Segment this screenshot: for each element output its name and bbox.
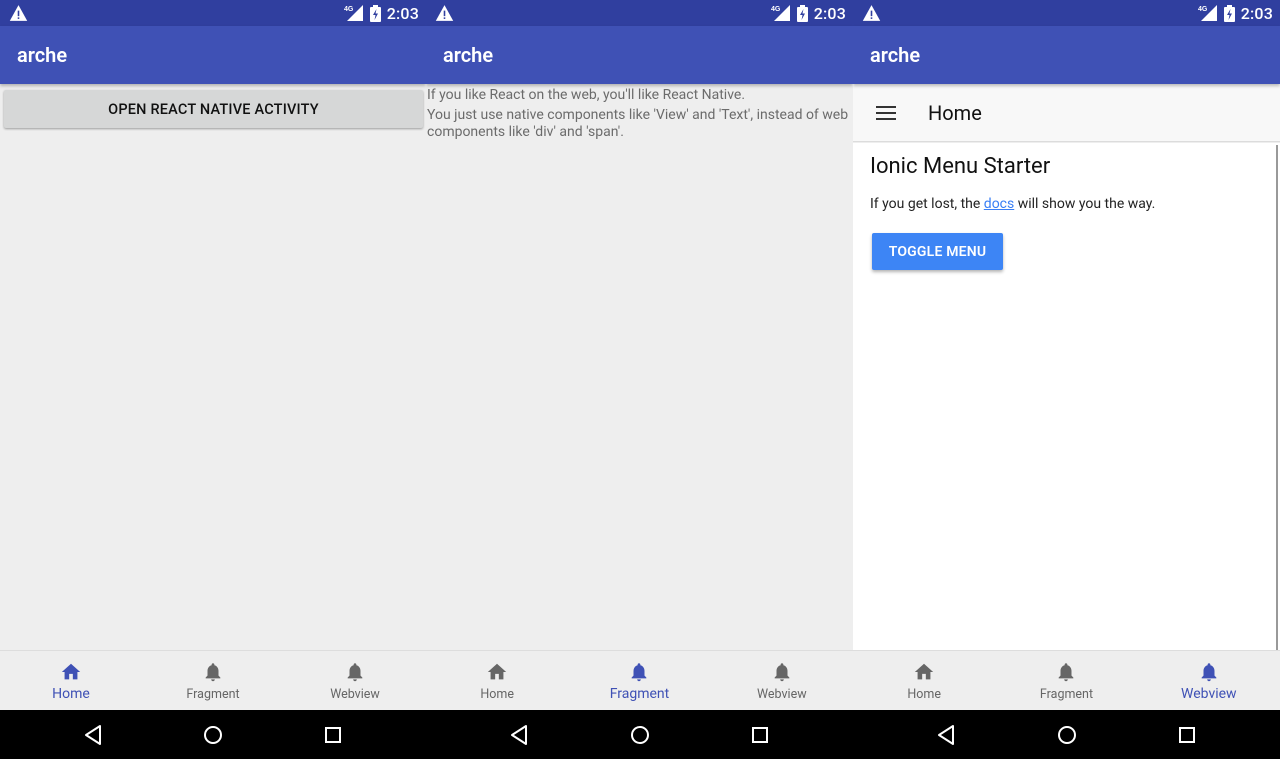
svg-text:4G: 4G <box>344 6 354 13</box>
system-navigation-bar <box>853 710 1280 759</box>
nav-label-home: Home <box>52 686 90 702</box>
ionic-header-title: Home <box>928 101 982 125</box>
svg-text:4G: 4G <box>1198 6 1208 13</box>
battery-charging-icon <box>369 4 381 22</box>
app-title: arche <box>17 43 68 67</box>
bottom-navigation: Home Fragment Webview <box>426 650 853 710</box>
react-native-intro-text: If you like React on the web, you'll lik… <box>427 87 746 103</box>
status-time: 2:03 <box>1240 3 1273 23</box>
signal-icon: 4G <box>344 5 363 21</box>
nav-label-fragment: Fragment <box>609 686 670 702</box>
ionic-content: Ionic Menu Starter If you get lost, the … <box>853 143 1280 650</box>
bell-icon <box>1201 663 1217 682</box>
status-bar: 4G 2:03 <box>0 0 426 26</box>
nav-label-webview: Webview <box>330 687 380 702</box>
help-text-before: If you get lost, the <box>870 196 984 212</box>
toggle-menu-button[interactable]: TOGGLE MENU <box>872 233 1003 270</box>
nav-item-fragment[interactable]: Fragment <box>995 651 1137 710</box>
docs-link[interactable]: docs <box>984 196 1014 212</box>
status-bar: 4G 2:03 <box>853 0 1280 26</box>
react-native-components-text: You just use native components like 'Vie… <box>427 107 849 140</box>
nav-item-home[interactable]: Home <box>0 651 142 710</box>
nav-label-fragment: Fragment <box>1039 687 1094 702</box>
status-time: 2:03 <box>813 3 846 23</box>
warning-icon <box>435 5 454 21</box>
recents-icon[interactable] <box>1175 723 1199 747</box>
bell-icon <box>205 663 221 682</box>
screen-fragment: 4G 2:03 arche If you like React on the w… <box>426 0 853 759</box>
home-content: OPEN REACT NATIVE ACTIVITY <box>0 84 426 650</box>
back-icon[interactable] <box>935 723 959 747</box>
home-circle-icon[interactable] <box>201 723 225 747</box>
recents-icon[interactable] <box>321 723 345 747</box>
home-icon <box>487 663 507 680</box>
bell-icon <box>632 663 647 682</box>
bell-icon <box>1059 663 1074 682</box>
back-icon[interactable] <box>508 723 532 747</box>
menu-icon[interactable] <box>876 105 896 121</box>
ionic-help-text: If you get lost, the docs will show you … <box>870 196 1155 212</box>
nav-label-webview: Webview <box>1181 686 1237 702</box>
status-bar: 4G 2:03 <box>426 0 853 26</box>
nav-item-webview[interactable]: Webview <box>284 651 426 710</box>
help-text-after: will show you the way. <box>1014 196 1156 212</box>
battery-charging-icon <box>1223 4 1235 22</box>
back-icon[interactable] <box>82 723 106 747</box>
status-time: 2:03 <box>386 3 419 23</box>
bottom-navigation: Home Fragment Webview <box>0 650 426 710</box>
nav-item-fragment[interactable]: Fragment <box>142 651 284 710</box>
app-bar: arche <box>853 26 1280 84</box>
bell-icon <box>774 663 790 682</box>
nav-label-fragment: Fragment <box>186 687 240 702</box>
webview-content: Home Ionic Menu Starter If you get lost,… <box>853 84 1280 650</box>
webview-scrollbar[interactable] <box>1276 145 1278 650</box>
ionic-page-title: Ionic Menu Starter <box>870 154 1051 179</box>
bottom-navigation: Home Fragment Webview <box>853 650 1280 710</box>
nav-item-webview[interactable]: Webview <box>1138 651 1280 710</box>
signal-icon: 4G <box>1198 5 1217 21</box>
system-navigation-bar <box>426 710 853 759</box>
warning-icon <box>9 5 28 21</box>
nav-label-home: Home <box>907 687 941 702</box>
nav-item-home[interactable]: Home <box>853 651 995 710</box>
signal-icon: 4G <box>771 5 790 21</box>
app-title: arche <box>443 43 494 67</box>
nav-label-home: Home <box>480 687 514 702</box>
battery-charging-icon <box>796 4 808 22</box>
system-navigation-bar <box>0 710 426 759</box>
home-circle-icon[interactable] <box>1055 723 1079 747</box>
nav-item-fragment[interactable]: Fragment <box>568 651 710 710</box>
app-bar: arche <box>0 26 426 84</box>
ionic-header: Home <box>853 84 1280 142</box>
recents-icon[interactable] <box>748 723 772 747</box>
screen-webview: 4G 2:03 arche Home Ionic Menu Starter If… <box>853 0 1280 759</box>
home-circle-icon[interactable] <box>628 723 652 747</box>
app-title: arche <box>870 43 921 67</box>
nav-item-webview[interactable]: Webview <box>711 651 853 710</box>
open-react-native-activity-button[interactable]: OPEN REACT NATIVE ACTIVITY <box>4 90 423 128</box>
screen-home: 4G 2:03 arche OPEN REACT NATIVE ACTIVITY… <box>0 0 426 759</box>
nav-label-webview: Webview <box>757 687 807 702</box>
home-icon <box>914 663 934 680</box>
svg-text:4G: 4G <box>771 6 781 13</box>
bell-icon <box>347 663 363 682</box>
app-bar: arche <box>426 26 853 84</box>
nav-item-home[interactable]: Home <box>426 651 568 710</box>
warning-icon <box>862 5 881 21</box>
home-icon <box>61 663 81 680</box>
fragment-content: If you like React on the web, you'll lik… <box>426 84 853 650</box>
